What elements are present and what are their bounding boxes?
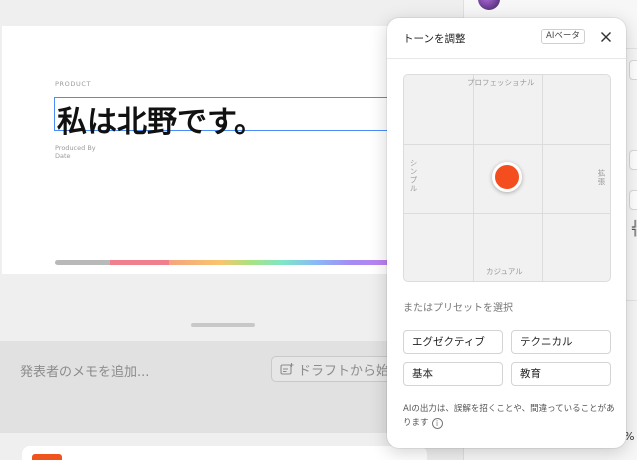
sidebar-control[interactable] [629,60,637,80]
axis-label-top: プロフェッショナル [467,78,535,87]
preset-technical-button[interactable]: テクニカル [511,330,611,354]
preset-heading: またはプリセットを選択 [403,303,513,314]
ai-beta-badge: AIベータ [541,29,585,44]
axis-label-left: シンプル [409,159,418,193]
preset-basic-button[interactable]: 基本 [403,362,503,386]
tone-adjust-panel: トーンを調整 AIベータ プロフェッショナル カジュアル シンプル 拡張 または… [387,18,626,448]
sidebar-control[interactable] [629,190,637,210]
notes-placeholder[interactable]: 発表者のメモを追加... [20,361,149,380]
sidebar-plus-icon[interactable]: ╬ [632,221,637,237]
produced-by-text[interactable]: Produced By [55,144,96,152]
preset-education-button[interactable]: 教育 [511,362,611,386]
date-text[interactable]: Date [55,152,96,160]
close-button[interactable] [598,29,614,45]
preset-executive-button[interactable]: エグゼクティブ [403,330,503,354]
draft-button-label: ドラフトから始 [298,363,390,379]
user-avatar[interactable] [478,0,500,10]
sidebar-control[interactable] [629,150,637,170]
grid-line [404,144,610,145]
ai-disclaimer: AIの出力は、誤解を招くことや、間違っていることがあります i [403,402,615,430]
draft-icon [280,363,294,375]
slide-kicker[interactable]: PRODUCT [55,80,91,88]
slide-meta[interactable]: Produced By Date [55,144,96,160]
grid-line [404,213,610,214]
resize-handle[interactable] [191,323,255,327]
panel-title: トーンを調整 [403,33,466,45]
tone-selector-handle[interactable] [492,162,522,192]
axis-label-bottom: カジュアル [486,267,523,276]
rainbow-bar [55,260,400,265]
slide-canvas[interactable]: PRODUCT 私は北野です。 Produced By Date [2,26,442,274]
axis-label-right: 拡張 [597,169,606,186]
bottom-chip [32,454,62,460]
slide-title-box[interactable]: 私は北野です。 [54,97,414,140]
bottom-card[interactable] [22,446,427,460]
speaker-notes[interactable]: 発表者のメモを追加... ドラフトから始 [0,341,440,433]
grid-line [473,75,474,281]
info-icon[interactable]: i [431,418,443,429]
panel-divider [387,58,626,59]
grid-line [542,75,543,281]
slide-title[interactable]: 私は北野です。 [57,97,264,141]
tone-grid[interactable]: プロフェッショナル カジュアル シンプル 拡張 [403,74,611,282]
close-icon [601,32,611,42]
